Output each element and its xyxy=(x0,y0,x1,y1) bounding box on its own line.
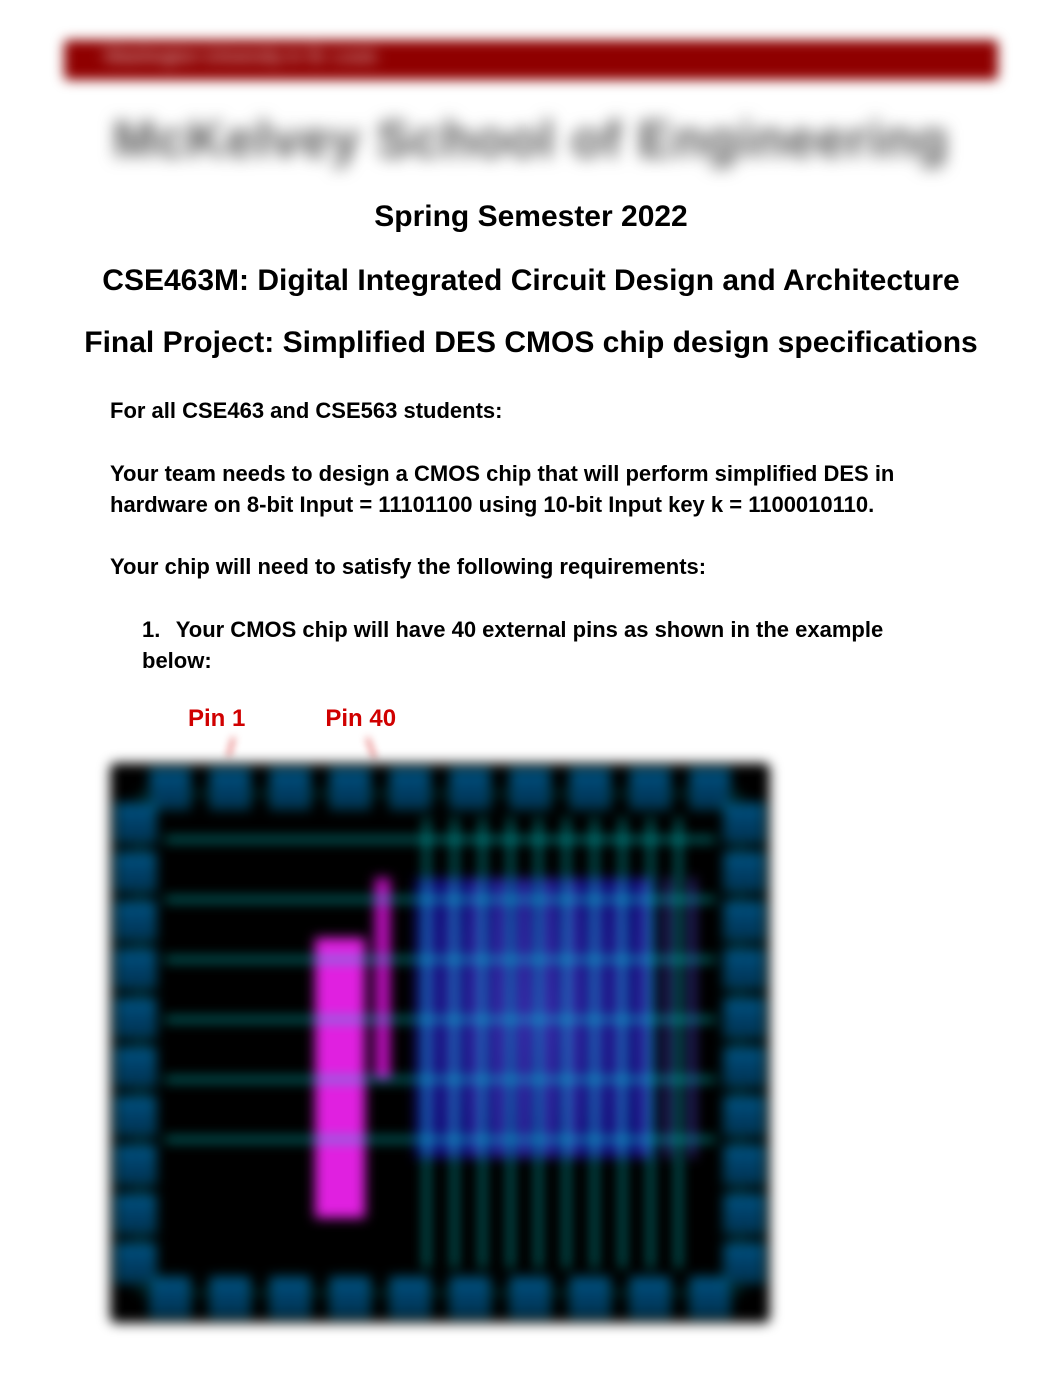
chip-pad xyxy=(510,769,550,809)
chip-pad xyxy=(210,1277,250,1317)
chip-pad xyxy=(724,1145,764,1185)
chip-pad xyxy=(450,769,490,809)
chip-trace xyxy=(165,1138,715,1141)
chip-pad xyxy=(724,1243,764,1283)
chip-trace xyxy=(509,818,512,1268)
chip-metal-block xyxy=(375,878,390,1078)
course-heading: CSE463M: Digital Integrated Circuit Desi… xyxy=(60,264,1002,298)
chip-layout-figure xyxy=(110,763,770,1323)
chip-pad xyxy=(724,949,764,989)
chip-pad xyxy=(690,1277,730,1317)
requirements-intro-text: Your chip will need to satisfy the follo… xyxy=(110,552,952,583)
school-title: McKelvey School of Engineering xyxy=(60,110,1002,170)
chip-pad xyxy=(210,769,250,809)
chip-pad xyxy=(116,901,156,941)
chip-pad xyxy=(116,1243,156,1283)
chip-trace xyxy=(621,818,624,1268)
university-name: Washington University in St. Louis xyxy=(104,46,376,67)
chip-trace xyxy=(165,958,715,961)
chip-pad xyxy=(116,998,156,1038)
chip-pad xyxy=(630,769,670,809)
requirement-1-number: 1. xyxy=(142,615,170,646)
chip-pad xyxy=(116,1194,156,1234)
chip-pad xyxy=(724,852,764,892)
chip-pad xyxy=(270,769,310,809)
chip-pad xyxy=(116,1096,156,1136)
chip-trace xyxy=(593,818,596,1268)
chip-trace xyxy=(677,818,680,1268)
chip-pad xyxy=(450,1277,490,1317)
chip-pad xyxy=(724,803,764,843)
semester-heading: Spring Semester 2022 xyxy=(60,200,1002,234)
chip-trace xyxy=(165,1018,715,1021)
university-header-bar: Washington University in St. Louis xyxy=(64,40,998,80)
chip-pad xyxy=(150,1277,190,1317)
chip-trace xyxy=(165,898,715,901)
chip-pad xyxy=(150,769,190,809)
requirement-1-text: Your CMOS chip will have 40 external pin… xyxy=(142,617,883,673)
chip-trace xyxy=(481,818,484,1268)
arrow-icon xyxy=(366,737,375,758)
chip-pad xyxy=(724,998,764,1038)
chip-pad xyxy=(330,1277,370,1317)
chip-pad xyxy=(116,949,156,989)
chip-trace xyxy=(165,1078,715,1081)
arrow-icon xyxy=(227,737,234,757)
chip-pad xyxy=(270,1277,310,1317)
document-page: Washington University in St. Louis McKel… xyxy=(0,0,1062,1363)
audience-text: For all CSE463 and CSE563 students: xyxy=(110,396,952,427)
chip-pad xyxy=(116,1047,156,1087)
chip-pad xyxy=(570,769,610,809)
content-block: For all CSE463 and CSE563 students: Your… xyxy=(60,396,1002,1323)
design-task-text: Your team needs to design a CMOS chip th… xyxy=(110,459,952,521)
pin-arrows xyxy=(110,737,952,763)
chip-pad xyxy=(570,1277,610,1317)
pin-labels-row: Pin 1 Pin 40 xyxy=(110,705,952,733)
chip-trace xyxy=(565,818,568,1268)
chip-pad xyxy=(724,1194,764,1234)
chip-pad xyxy=(510,1277,550,1317)
chip-pad xyxy=(390,769,430,809)
chip-pad xyxy=(330,769,370,809)
chip-trace xyxy=(165,838,715,841)
project-heading: Final Project: Simplified DES CMOS chip … xyxy=(60,326,1002,360)
chip-pad xyxy=(390,1277,430,1317)
chip-pad xyxy=(724,1096,764,1136)
chip-pad xyxy=(116,803,156,843)
chip-trace xyxy=(649,818,652,1268)
chip-trace xyxy=(453,818,456,1268)
chip-pad xyxy=(116,1145,156,1185)
chip-pad xyxy=(724,901,764,941)
pin-1-label: Pin 1 xyxy=(188,705,245,733)
requirement-1: 1. Your CMOS chip will have 40 external … xyxy=(110,615,952,677)
chip-pad xyxy=(724,1047,764,1087)
chip-trace xyxy=(537,818,540,1268)
pin-40-label: Pin 40 xyxy=(325,705,396,733)
chip-trace xyxy=(425,818,428,1268)
chip-pad xyxy=(630,1277,670,1317)
chip-traces-layer xyxy=(165,818,715,1268)
chip-pad xyxy=(116,852,156,892)
